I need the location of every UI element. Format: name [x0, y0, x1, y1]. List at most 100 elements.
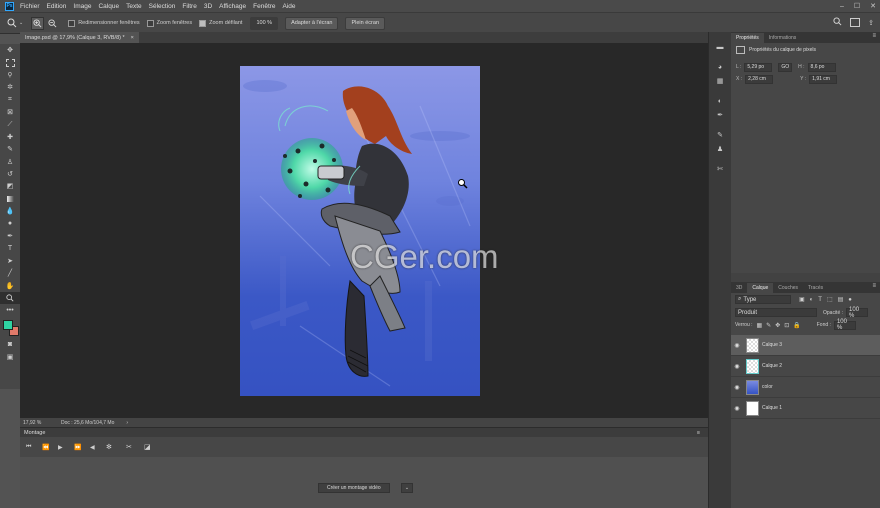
clone-stamp-tool-icon[interactable]: ♙ [0, 156, 20, 168]
play-icon[interactable]: ▶ [58, 444, 74, 451]
menu-filtre[interactable]: Filtre [182, 3, 196, 10]
tab-layers[interactable]: Calque [747, 283, 774, 293]
magic-wand-tool-icon[interactable]: ✲ [0, 81, 20, 93]
tab-3d[interactable]: 3D [731, 283, 747, 293]
dropdown-chevron-icon[interactable]: ⌄ [401, 483, 413, 493]
fill-field[interactable]: 100 % [833, 319, 856, 331]
visibility-eye-icon[interactable]: ◉ [731, 363, 743, 370]
opacity-field[interactable]: 100 % [846, 307, 869, 319]
more-tools-icon[interactable]: ••• [0, 304, 20, 316]
layer-row[interactable]: ◉ Calque 1 [731, 398, 880, 419]
x-field[interactable]: 2,28 cm [745, 74, 774, 84]
menu-fenetre[interactable]: Fenêtre [253, 3, 275, 10]
clone-source-icon[interactable]: ♟ [709, 142, 731, 156]
split-scissors-icon[interactable]: ✂ [126, 443, 144, 451]
visibility-eye-icon[interactable]: ◉ [731, 342, 743, 349]
swatches-icon[interactable]: ▦ [709, 74, 731, 88]
tab-paths[interactable]: Tracés [803, 283, 828, 293]
status-menu-arrow-icon[interactable]: › [126, 420, 128, 426]
menu-selection[interactable]: Sélection [149, 3, 176, 10]
previous-frame-icon[interactable]: ⏪ [42, 444, 58, 451]
path-selection-tool-icon[interactable]: ➤ [0, 255, 20, 267]
crop-tool-icon[interactable]: ⌗ [0, 94, 20, 106]
menu-3d[interactable]: 3D [204, 3, 212, 10]
search-icon[interactable] [833, 17, 842, 28]
minimize-icon[interactable]: – [840, 3, 844, 10]
quick-mask-icon[interactable]: ◙ [0, 339, 20, 351]
brush-tool-icon[interactable]: ✎ [0, 143, 20, 155]
lasso-tool-icon[interactable]: ϙ [0, 69, 20, 81]
type-tool-icon[interactable]: T [0, 242, 20, 254]
tab-channels[interactable]: Couches [773, 283, 803, 293]
panel-menu-icon[interactable]: ≡ [872, 283, 876, 289]
tab-properties[interactable]: Propriétés [731, 33, 764, 43]
link-dimensions-button[interactable]: GO [778, 62, 793, 72]
layer-row[interactable]: ◉ color [731, 377, 880, 398]
close-window-icon[interactable]: ✕ [870, 2, 876, 10]
pen-tool-icon[interactable]: ✒ [0, 230, 20, 242]
frame-tool-icon[interactable]: ⊠ [0, 106, 20, 118]
zoom-tool-icon[interactable] [0, 291, 20, 305]
visibility-eye-icon[interactable]: ◉ [731, 384, 743, 391]
workspace-icon[interactable] [850, 18, 861, 27]
history-brush-tool-icon[interactable]: ↺ [0, 168, 20, 180]
document-tab[interactable]: Image.psd @ 17,9% (Calque 3, RVB/8) * × [20, 32, 139, 43]
blend-mode-select[interactable]: Produit [735, 308, 817, 317]
layer-filter-select[interactable]: ⌕ Type [735, 295, 791, 304]
tools-presets-icon[interactable]: ✄ [709, 162, 731, 176]
canvas-area[interactable]: CGer.com [20, 43, 708, 418]
create-video-timeline-button[interactable]: Créer un montage vidéo [318, 483, 390, 493]
close-tab-icon[interactable]: × [131, 35, 134, 41]
panel-menu-icon[interactable]: ≡ [697, 430, 700, 436]
color-icon[interactable]: ◕ [709, 60, 731, 74]
transition-icon[interactable]: ◪ [144, 443, 160, 451]
eyedropper-tool-icon[interactable]: ⟋ [0, 118, 20, 130]
menu-fichier[interactable]: Fichier [20, 3, 40, 10]
zoom-windows-checkbox[interactable]: Zoom fenêtres [146, 19, 192, 27]
menu-texte[interactable]: Texte [126, 3, 142, 10]
menu-edition[interactable]: Edition [47, 3, 67, 10]
width-field[interactable]: 5,29 po [744, 62, 773, 72]
foreground-color-swatch[interactable] [3, 319, 13, 330]
line-tool-icon[interactable]: ╱ [0, 267, 20, 279]
menu-calque[interactable]: Calque [98, 3, 119, 10]
maximize-icon[interactable]: ☐ [854, 2, 860, 10]
visibility-eye-icon[interactable]: ◉ [731, 405, 743, 412]
gradient-tool-icon[interactable] [0, 193, 20, 205]
settings-gear-icon[interactable]: ✻ [106, 443, 126, 451]
hand-tool-icon[interactable]: ✋ [0, 279, 20, 291]
audio-icon[interactable]: ◀ [90, 444, 106, 451]
resize-windows-checkbox[interactable]: Redimensionner fenêtres [68, 19, 140, 27]
zoom-in-icon[interactable] [31, 16, 45, 30]
first-frame-icon[interactable]: ⏮ [26, 444, 42, 451]
fit-screen-button[interactable]: Adapter à l'écran [285, 16, 339, 30]
zoom-tool-icon[interactable] [6, 18, 17, 29]
scrubby-zoom-checkbox[interactable]: Zoom défilant [199, 19, 242, 27]
zoom-out-icon[interactable] [47, 18, 58, 29]
layer-row[interactable]: ◉ Calque 3 [731, 335, 880, 356]
screen-mode-icon[interactable]: ▣ [0, 351, 20, 363]
menu-affichage[interactable]: Affichage [219, 3, 246, 10]
healing-brush-tool-icon[interactable]: ✚ [0, 131, 20, 143]
y-field[interactable]: 1,91 cm [809, 74, 838, 84]
brush-settings-icon[interactable]: ✎ [709, 128, 731, 142]
fill-screen-button[interactable]: Plein écran [345, 16, 386, 30]
styles-icon[interactable]: ✒ [709, 108, 731, 122]
zoom-value-field[interactable]: 100 % [250, 16, 279, 30]
document-canvas[interactable] [240, 66, 480, 396]
layer-filter-icons[interactable]: ▣◐T⬚▤● [799, 296, 857, 303]
histogram-icon[interactable]: ▬ [709, 40, 731, 54]
lock-icons[interactable]: ▦✎✥⊡🔒 [757, 322, 805, 329]
adjustments-icon[interactable]: ◐ [709, 94, 731, 108]
tab-informations[interactable]: Informations [764, 33, 802, 43]
menu-aide[interactable]: Aide [283, 3, 296, 10]
menu-image[interactable]: Image [73, 3, 91, 10]
blur-tool-icon[interactable]: 💧 [0, 205, 20, 217]
chevron-down-icon[interactable]: ⌄ [19, 20, 23, 26]
height-field[interactable]: 8,6 po [807, 62, 836, 72]
panel-menu-icon[interactable]: ≡ [872, 33, 876, 39]
dodge-tool-icon[interactable]: ● [0, 217, 20, 229]
move-tool-icon[interactable]: ✥ [0, 44, 20, 56]
zoom-level-readout[interactable]: 17,92 % [23, 420, 51, 426]
share-icon[interactable]: ⇪ [868, 19, 874, 27]
